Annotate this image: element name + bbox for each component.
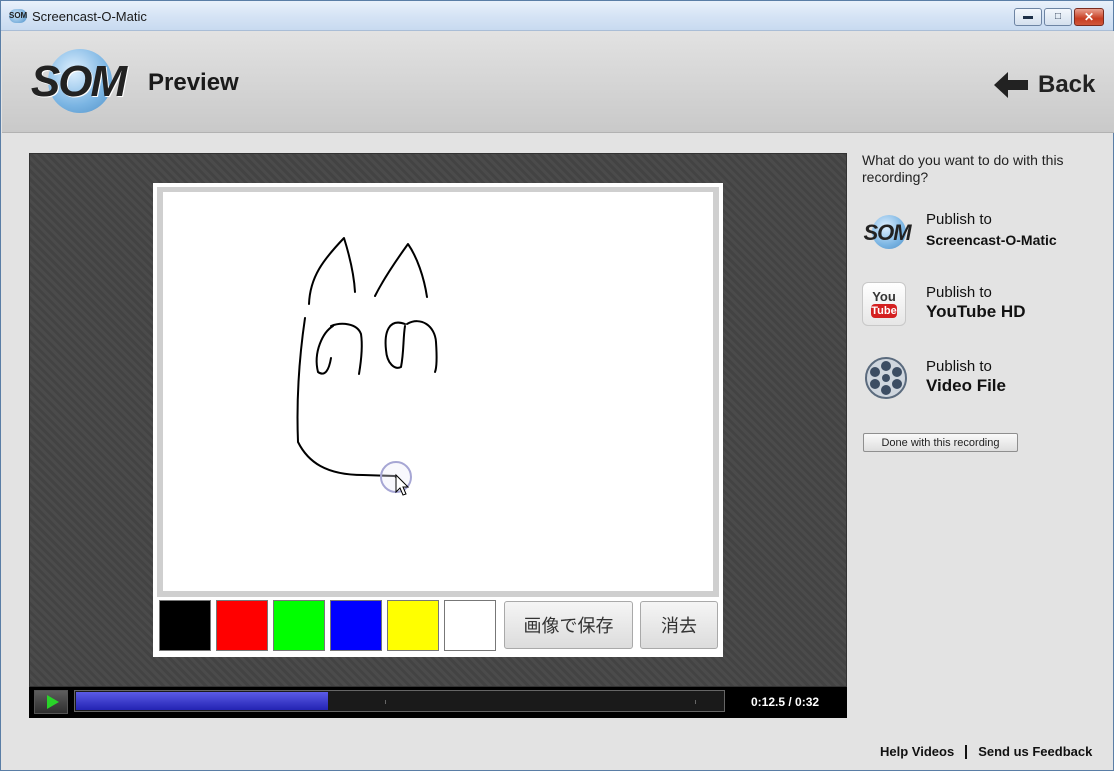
clear-button[interactable]: 消去	[640, 601, 718, 649]
publish-video-file-option[interactable]: Publish to Video File	[862, 356, 1102, 404]
publish-youtube-option[interactable]: You Tube Publish to YouTube HD	[862, 282, 1102, 330]
color-swatch-blue[interactable]	[330, 600, 382, 651]
publish-screencast-o-matic-option[interactable]: SOM Publish to Screencast-O-Matic	[862, 209, 1102, 257]
player-controls: 0:12.5 / 0:32	[29, 687, 847, 718]
app-window: SOM Screencast-O-Matic ▬ □ ✕ SOM Preview…	[0, 0, 1114, 771]
color-swatch-black[interactable]	[159, 600, 211, 651]
publish-question: What do you want to do with this recordi…	[862, 152, 1064, 185]
play-button[interactable]	[34, 690, 68, 714]
progress-fill	[76, 692, 328, 710]
maximize-icon: □	[1054, 11, 1062, 22]
time-display: 0:12.5 / 0:32	[751, 695, 820, 709]
film-reel-icon	[865, 357, 907, 399]
page-title: Preview	[148, 69, 239, 96]
maximize-button[interactable]: □	[1044, 8, 1072, 26]
back-button[interactable]: Back	[994, 67, 1095, 103]
cat-drawing	[296, 237, 438, 496]
canvas-border	[157, 187, 719, 597]
window-title: Screencast-O-Matic	[32, 9, 147, 24]
help-videos-link[interactable]: Help Videos	[880, 744, 954, 759]
back-label: Back	[1038, 71, 1096, 98]
save-image-button[interactable]: 画像で保存	[504, 601, 633, 649]
color-swatch-white[interactable]	[444, 600, 496, 651]
minimize-icon: ▬	[1023, 11, 1033, 22]
publish-target: YouTube HD	[926, 302, 1026, 321]
som-app-icon: SOM	[9, 9, 27, 23]
footer-separator	[965, 744, 968, 759]
done-button[interactable]: Done with this recording	[863, 433, 1018, 452]
paint-app-frame: 画像で保存 消去	[153, 183, 723, 657]
send-feedback-link[interactable]: Send us Feedback	[978, 744, 1092, 759]
color-swatch-green[interactable]	[273, 600, 325, 651]
footer-links: Help Videos Send us Feedback	[880, 744, 1092, 759]
color-swatch-red[interactable]	[216, 600, 268, 651]
close-button[interactable]: ✕	[1074, 8, 1104, 26]
back-arrow-icon	[994, 72, 1028, 98]
title-bar: SOM Screencast-O-Matic ▬ □ ✕	[1, 1, 1113, 31]
som-logo: SOM	[30, 47, 127, 117]
publish-target: Screencast-O-Matic	[926, 232, 1057, 248]
publish-target: Video File	[926, 376, 1006, 395]
minimize-button[interactable]: ▬	[1014, 8, 1042, 26]
play-icon	[46, 695, 59, 709]
app-header: SOM Preview Back	[2, 31, 1114, 133]
drawing-canvas[interactable]	[163, 192, 713, 591]
publish-label: Publish to	[926, 211, 992, 228]
video-preview: 画像で保存 消去	[29, 153, 847, 687]
close-icon: ✕	[1083, 10, 1095, 24]
publish-label: Publish to	[926, 358, 992, 375]
som-icon: SOM	[862, 215, 912, 249]
publish-label: Publish to	[926, 284, 992, 301]
seek-bar[interactable]	[74, 690, 725, 712]
youtube-icon: You Tube	[862, 282, 906, 326]
color-swatch-yellow[interactable]	[387, 600, 439, 651]
